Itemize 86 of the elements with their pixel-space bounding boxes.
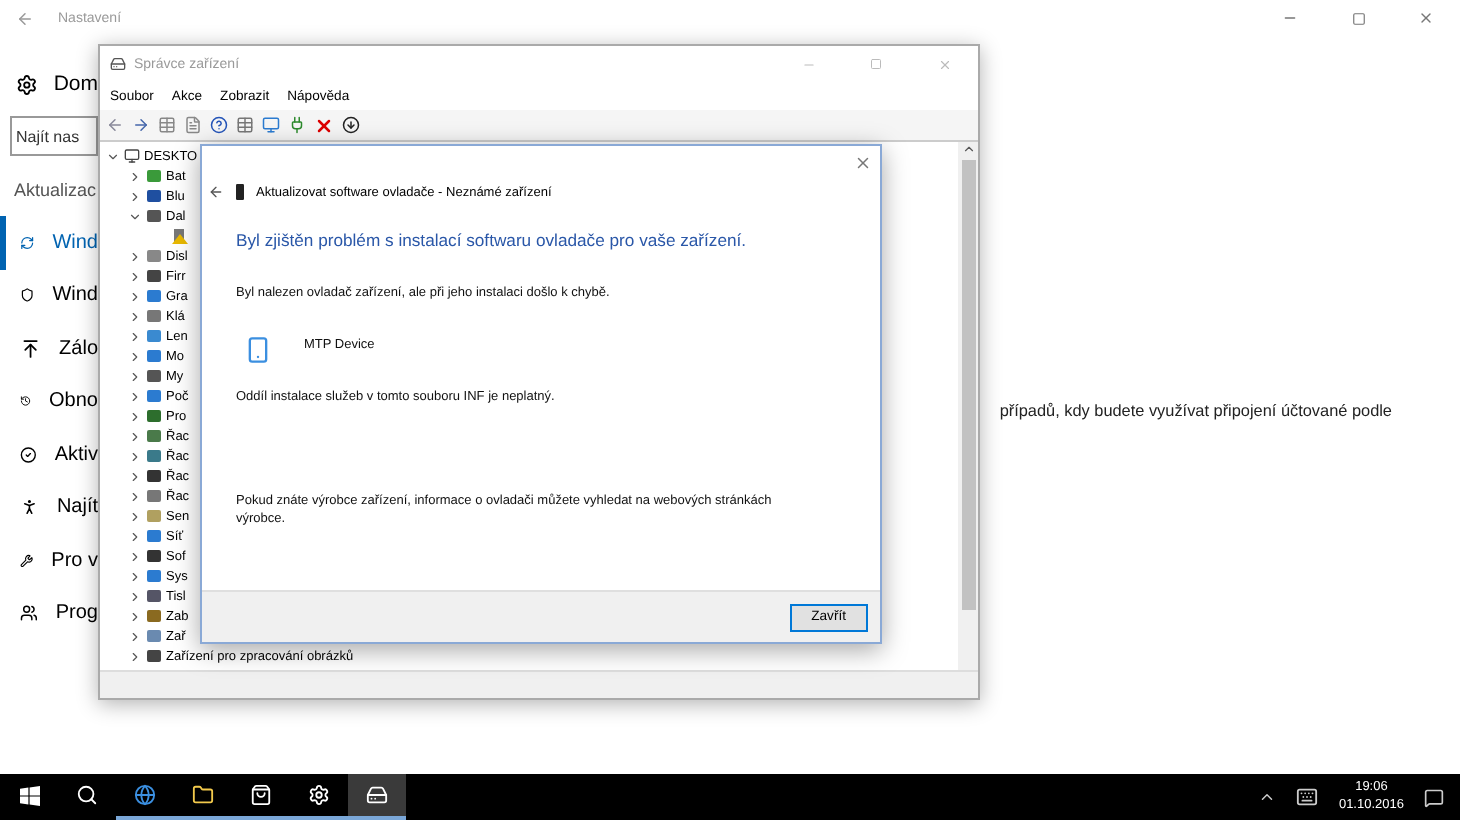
- chevron-right-icon[interactable]: [128, 449, 142, 463]
- nav-icon: [20, 337, 42, 360]
- download-icon[interactable]: [342, 116, 360, 134]
- nav-item[interactable]: Wind: [0, 269, 98, 322]
- windows-logo-icon: [19, 785, 39, 805]
- chevron-right-icon[interactable]: [128, 529, 142, 543]
- nav-icon: [20, 496, 39, 519]
- phone-icon: [244, 335, 272, 364]
- chevron-right-icon[interactable]: [128, 489, 142, 503]
- nav-label: Najít: [56, 496, 98, 519]
- close-icon[interactable]: [854, 154, 872, 172]
- nav-icon: [20, 602, 38, 625]
- home-link[interactable]: Dom: [53, 72, 98, 96]
- nav-label: Pro v: [51, 549, 98, 572]
- search-field[interactable]: Najít nas: [10, 116, 98, 156]
- nav-label: Wind: [52, 231, 98, 254]
- nav-item[interactable]: Prog: [0, 587, 98, 640]
- nav-label: Prog: [55, 602, 98, 625]
- chevron-right-icon[interactable]: [128, 269, 142, 283]
- store-icon: [250, 784, 272, 806]
- chevron-right-icon[interactable]: [128, 609, 142, 623]
- chevron-right-icon[interactable]: [128, 189, 142, 203]
- close-icon: [937, 57, 951, 71]
- scroll-thumb[interactable]: [961, 160, 975, 610]
- taskbar-button[interactable]: [348, 774, 406, 820]
- app-icon: [110, 56, 126, 72]
- grid-icon[interactable]: [236, 116, 254, 134]
- document-icon[interactable]: [184, 116, 202, 134]
- chevron-right-icon[interactable]: [128, 629, 142, 643]
- plug-icon[interactable]: [288, 116, 306, 134]
- nav-icon: [20, 549, 34, 572]
- chevron-right-icon[interactable]: [128, 509, 142, 523]
- chevron-up-icon[interactable]: [1258, 788, 1277, 806]
- maximize-icon: [1351, 11, 1365, 25]
- chevron-right-icon[interactable]: [128, 589, 142, 603]
- nav-item[interactable]: Aktiv: [0, 428, 98, 481]
- chevron-right-icon[interactable]: [128, 469, 142, 483]
- chevron-right-icon[interactable]: [128, 309, 142, 323]
- chevron-down-icon[interactable]: [128, 209, 142, 223]
- nav-icon: [20, 231, 35, 254]
- chevron-right-icon[interactable]: [128, 289, 142, 303]
- grid-icon[interactable]: [158, 116, 176, 134]
- maximize-icon: [870, 58, 882, 70]
- warning-device-icon: [172, 228, 188, 244]
- folder-icon: [192, 784, 214, 806]
- nav-item[interactable]: Pro v: [0, 534, 98, 587]
- remove-icon[interactable]: [314, 115, 334, 135]
- section-title: Aktualizac: [12, 178, 98, 204]
- paragraph: případů, kdy budete využívat připojení účtované podle: [999, 402, 1392, 424]
- nav-label: Zálo: [59, 337, 98, 360]
- keyboard-icon[interactable]: [1296, 786, 1319, 808]
- nav-icon: [20, 284, 35, 307]
- notification-icon[interactable]: [1424, 787, 1444, 807]
- dialog-heading: Byl zjištěn problém s instalací softwaru ovladače pro vaše zařízení.: [236, 230, 749, 250]
- scroll-up-icon[interactable]: [961, 142, 975, 156]
- back-icon[interactable]: [208, 184, 224, 200]
- chevron-right-icon[interactable]: [128, 389, 142, 403]
- nav-item[interactable]: Zálo: [0, 322, 98, 375]
- scrollbar[interactable]: [958, 142, 978, 670]
- chevron-right-icon[interactable]: [128, 569, 142, 583]
- chevron-right-icon[interactable]: [128, 329, 142, 343]
- settings-icon[interactable]: [16, 73, 38, 95]
- nav-icon: [20, 443, 37, 466]
- forward-icon[interactable]: [132, 116, 150, 134]
- chevron-down-icon[interactable]: [106, 149, 120, 163]
- chevron-right-icon[interactable]: [128, 369, 142, 383]
- device-icon: [236, 184, 244, 200]
- chevron-right-icon[interactable]: [128, 409, 142, 423]
- nav-label: Wind: [52, 284, 98, 307]
- computer-icon: [124, 148, 140, 164]
- monitor-icon[interactable]: [262, 116, 280, 134]
- chevron-right-icon[interactable]: [128, 169, 142, 183]
- search-icon: [76, 784, 98, 806]
- nav-item[interactable]: Najít: [0, 481, 98, 534]
- chevron-right-icon[interactable]: [128, 549, 142, 563]
- chevron-right-icon[interactable]: [128, 349, 142, 363]
- chevron-right-icon[interactable]: [128, 429, 142, 443]
- nav-label: Aktiv: [54, 443, 98, 466]
- chevron-right-icon[interactable]: [128, 649, 142, 663]
- help-icon[interactable]: [210, 116, 228, 134]
- back-icon[interactable]: [106, 116, 124, 134]
- settings-icon: [308, 784, 330, 806]
- chevron-right-icon[interactable]: [128, 249, 142, 263]
- nav-label: Obno: [49, 390, 98, 413]
- nav-item[interactable]: Obno: [0, 375, 98, 428]
- close-icon: [1418, 10, 1434, 26]
